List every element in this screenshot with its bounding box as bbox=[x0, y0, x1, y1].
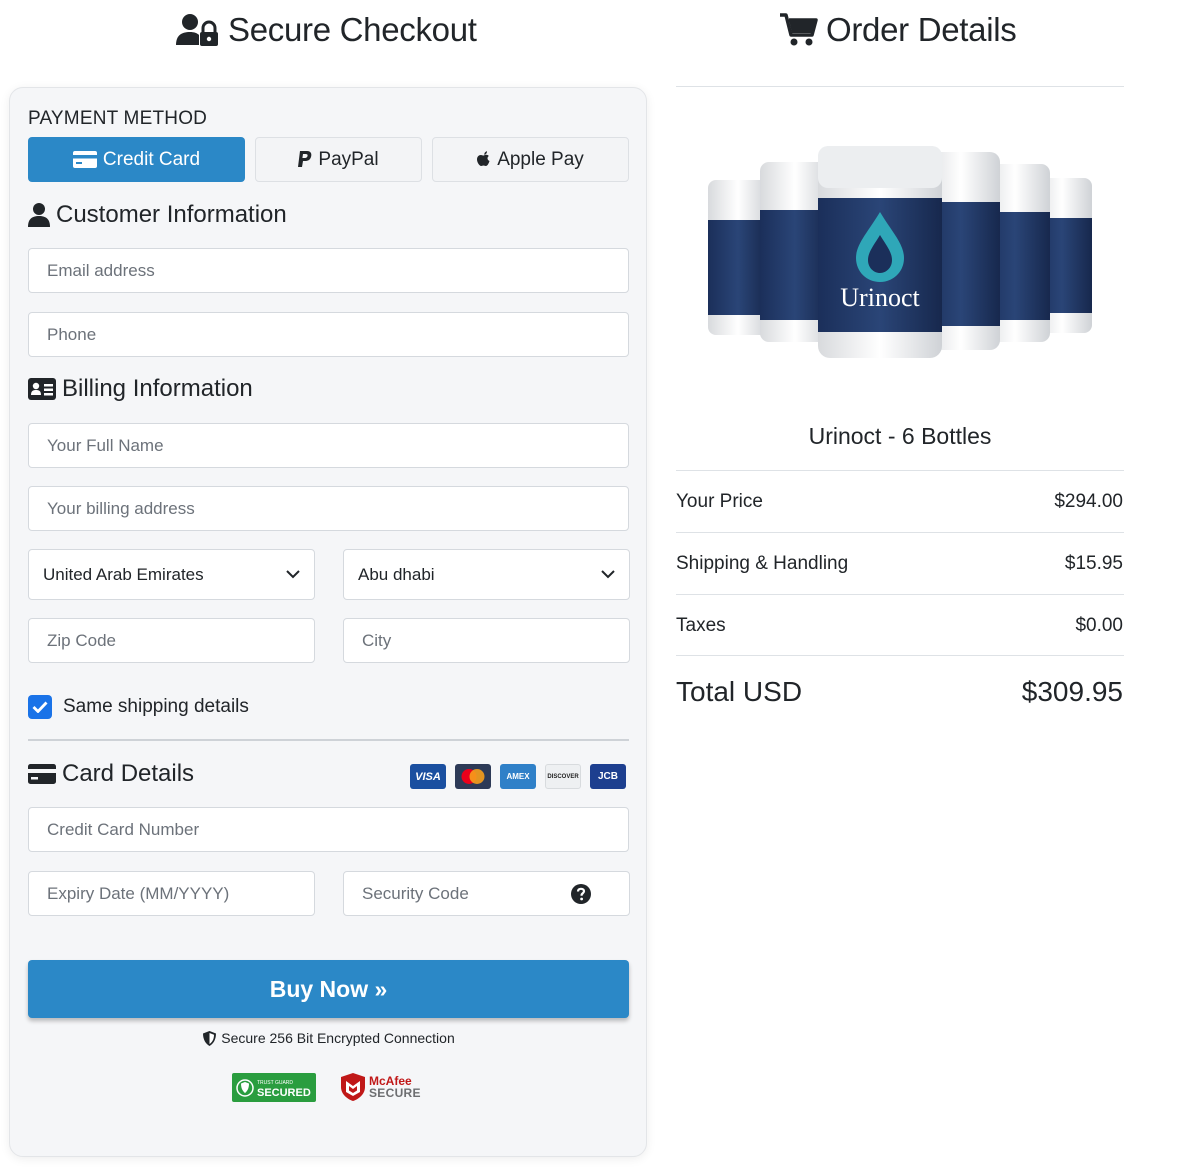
trust-guard-badge: TRUST GUARD SECURED bbox=[232, 1073, 316, 1102]
expiry-date-field[interactable] bbox=[28, 871, 315, 916]
user-icon bbox=[28, 203, 50, 227]
bottle bbox=[708, 180, 768, 335]
row-rule bbox=[676, 594, 1124, 595]
your-price-label: Your Price bbox=[676, 491, 763, 512]
city-field[interactable] bbox=[343, 618, 630, 663]
product-bottles-image: Urinoct bbox=[708, 146, 1092, 358]
product-name: Urinoct - 6 Bottles bbox=[808, 423, 992, 449]
billing-info-title: Billing Information bbox=[28, 375, 253, 403]
visa-logo: VISA bbox=[410, 764, 446, 789]
tab-label: Apple Pay bbox=[497, 148, 584, 170]
shipping-label: Shipping & Handling bbox=[676, 553, 849, 574]
checkout-form-card: PAYMENT METHOD Credit Card PayPal Apple … bbox=[9, 87, 647, 1157]
same-shipping-checkbox[interactable] bbox=[28, 695, 52, 719]
discover-logo: DISCOVER bbox=[545, 764, 581, 789]
card-details-label: Card Details bbox=[62, 760, 195, 787]
card-number-field[interactable] bbox=[28, 807, 629, 852]
state-value: Abu dhabi bbox=[358, 564, 435, 584]
tab-paypal[interactable]: PayPal bbox=[255, 137, 422, 182]
bottle-front bbox=[818, 146, 942, 358]
paypal-icon bbox=[298, 151, 312, 167]
row-rule bbox=[676, 532, 1124, 533]
your-price-value: $294.00 bbox=[1054, 491, 1123, 512]
customer-info-title: Customer Information bbox=[28, 201, 287, 229]
order-details-heading: Order Details bbox=[780, 8, 1017, 52]
card-details-title: Card Details bbox=[28, 760, 194, 788]
taxes-label: Taxes bbox=[676, 615, 726, 636]
taxes-value: $0.00 bbox=[1075, 615, 1123, 636]
shipping-value: $15.95 bbox=[1064, 553, 1123, 574]
mcafee-secure-text: SECURE bbox=[369, 1086, 421, 1100]
chevron-down-icon bbox=[601, 570, 615, 579]
page-title: Secure Checkout bbox=[228, 11, 477, 48]
order-top-rule bbox=[676, 86, 1124, 87]
bottle-label: Urinoct bbox=[840, 283, 920, 312]
email-field[interactable] bbox=[28, 248, 629, 293]
tab-apple-pay[interactable]: Apple Pay bbox=[432, 137, 629, 182]
zip-code-field[interactable] bbox=[28, 618, 315, 663]
secure-text: Secure 256 Bit Encrypted Connection bbox=[221, 1030, 455, 1046]
total-value: $309.95 bbox=[1021, 676, 1123, 707]
tab-credit-card[interactable]: Credit Card bbox=[28, 137, 245, 182]
buy-now-button[interactable]: Buy Now » bbox=[28, 960, 629, 1018]
order-title: Order Details bbox=[826, 11, 1017, 48]
total-label: Total USD bbox=[676, 676, 803, 707]
country-value: United Arab Emirates bbox=[43, 564, 204, 584]
state-select[interactable]: Abu dhabi bbox=[343, 549, 630, 600]
user-lock-icon bbox=[176, 14, 218, 46]
country-select[interactable]: United Arab Emirates bbox=[28, 549, 315, 600]
shopping-cart-icon bbox=[780, 13, 818, 46]
amex-logo: AMEX bbox=[500, 764, 536, 789]
address-card-icon bbox=[28, 378, 56, 400]
mastercard-logo bbox=[455, 764, 491, 789]
jcb-logo: JCB bbox=[590, 764, 626, 789]
section-divider bbox=[28, 739, 629, 741]
same-shipping-label: Same shipping details bbox=[63, 696, 249, 717]
chevron-down-icon bbox=[286, 570, 300, 579]
shield-check-icon bbox=[236, 1078, 254, 1097]
row-rule bbox=[676, 655, 1124, 656]
payment-method-label: PAYMENT METHOD bbox=[28, 108, 208, 129]
mcafee-badge: McAfee SECURE bbox=[341, 1071, 421, 1103]
mastercard-circles-icon bbox=[461, 769, 485, 784]
secure-connection-notice: Secure 256 Bit Encrypted Connection bbox=[10, 1030, 648, 1046]
credit-card-icon bbox=[72, 151, 97, 168]
trust-guard-text: SECURED bbox=[257, 1086, 311, 1099]
trust-guard-small-text: TRUST GUARD bbox=[257, 1079, 294, 1086]
row-rule bbox=[676, 470, 1124, 471]
billing-address-field[interactable] bbox=[28, 486, 629, 531]
mcafee-shield-icon bbox=[341, 1073, 365, 1101]
tab-label: PayPal bbox=[318, 148, 379, 170]
apple-icon bbox=[477, 151, 490, 166]
phone-field[interactable] bbox=[28, 312, 629, 357]
question-circle-icon[interactable] bbox=[571, 884, 591, 904]
full-name-field[interactable] bbox=[28, 423, 629, 468]
customer-info-label: Customer Information bbox=[56, 201, 287, 228]
credit-card-icon bbox=[28, 764, 56, 784]
secure-checkout-heading: Secure Checkout bbox=[176, 8, 477, 52]
tab-label: Credit Card bbox=[102, 148, 201, 170]
billing-info-label: Billing Information bbox=[62, 375, 253, 402]
checkmark-icon bbox=[32, 701, 48, 713]
shield-icon bbox=[203, 1030, 217, 1046]
